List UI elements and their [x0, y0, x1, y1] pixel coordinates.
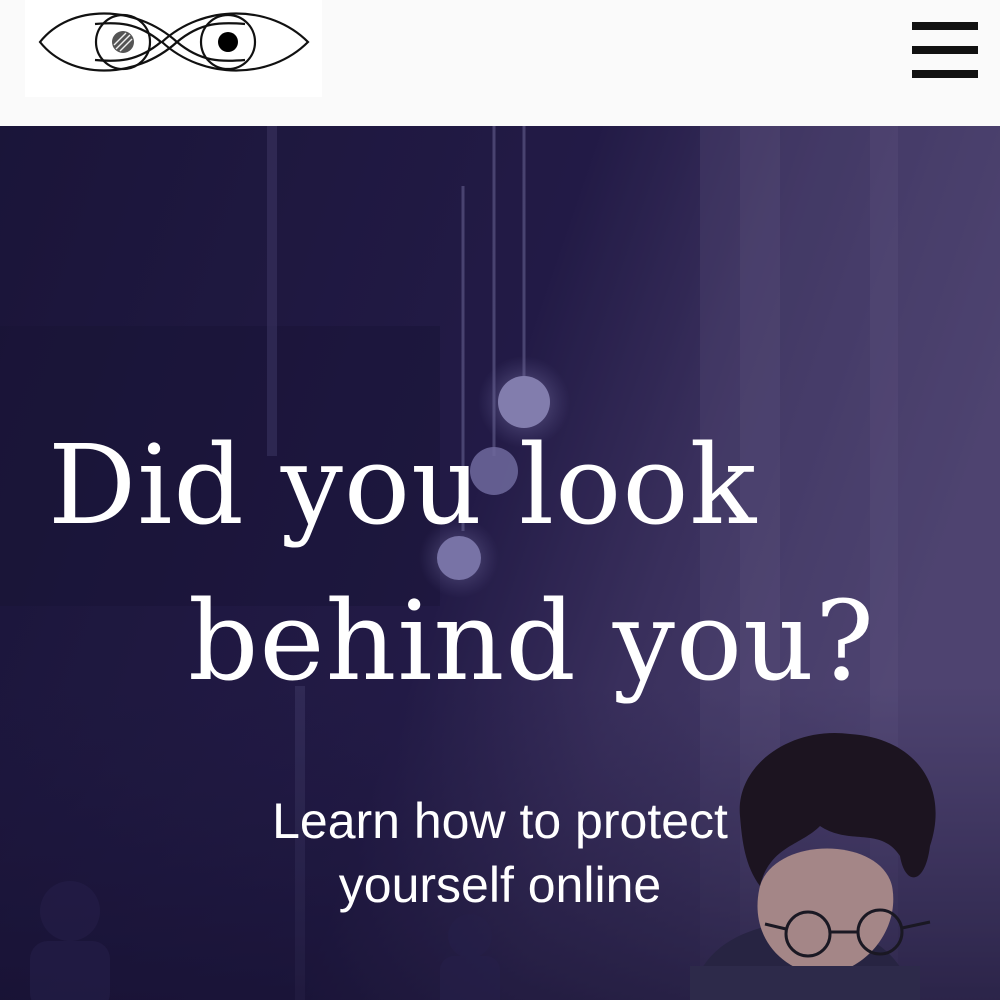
hero-headline-line-1: Did you look	[48, 421, 758, 549]
hero-subtitle: Learn how to protect yourself online	[150, 789, 850, 917]
page: Did you look behind you? Learn how to pr…	[0, 0, 1000, 1000]
eyes-logo-icon	[38, 12, 310, 72]
hero-headline-line-2: behind you?	[188, 577, 875, 705]
hero-section: Did you look behind you? Learn how to pr…	[0, 126, 1000, 1000]
hero-subtitle-line-2: yourself online	[338, 857, 662, 913]
top-navigation-bar	[0, 0, 1000, 126]
hero-subtitle-line-1: Learn how to protect	[272, 793, 728, 849]
site-logo-link[interactable]	[25, 0, 322, 97]
hamburger-menu-button[interactable]	[912, 22, 978, 78]
